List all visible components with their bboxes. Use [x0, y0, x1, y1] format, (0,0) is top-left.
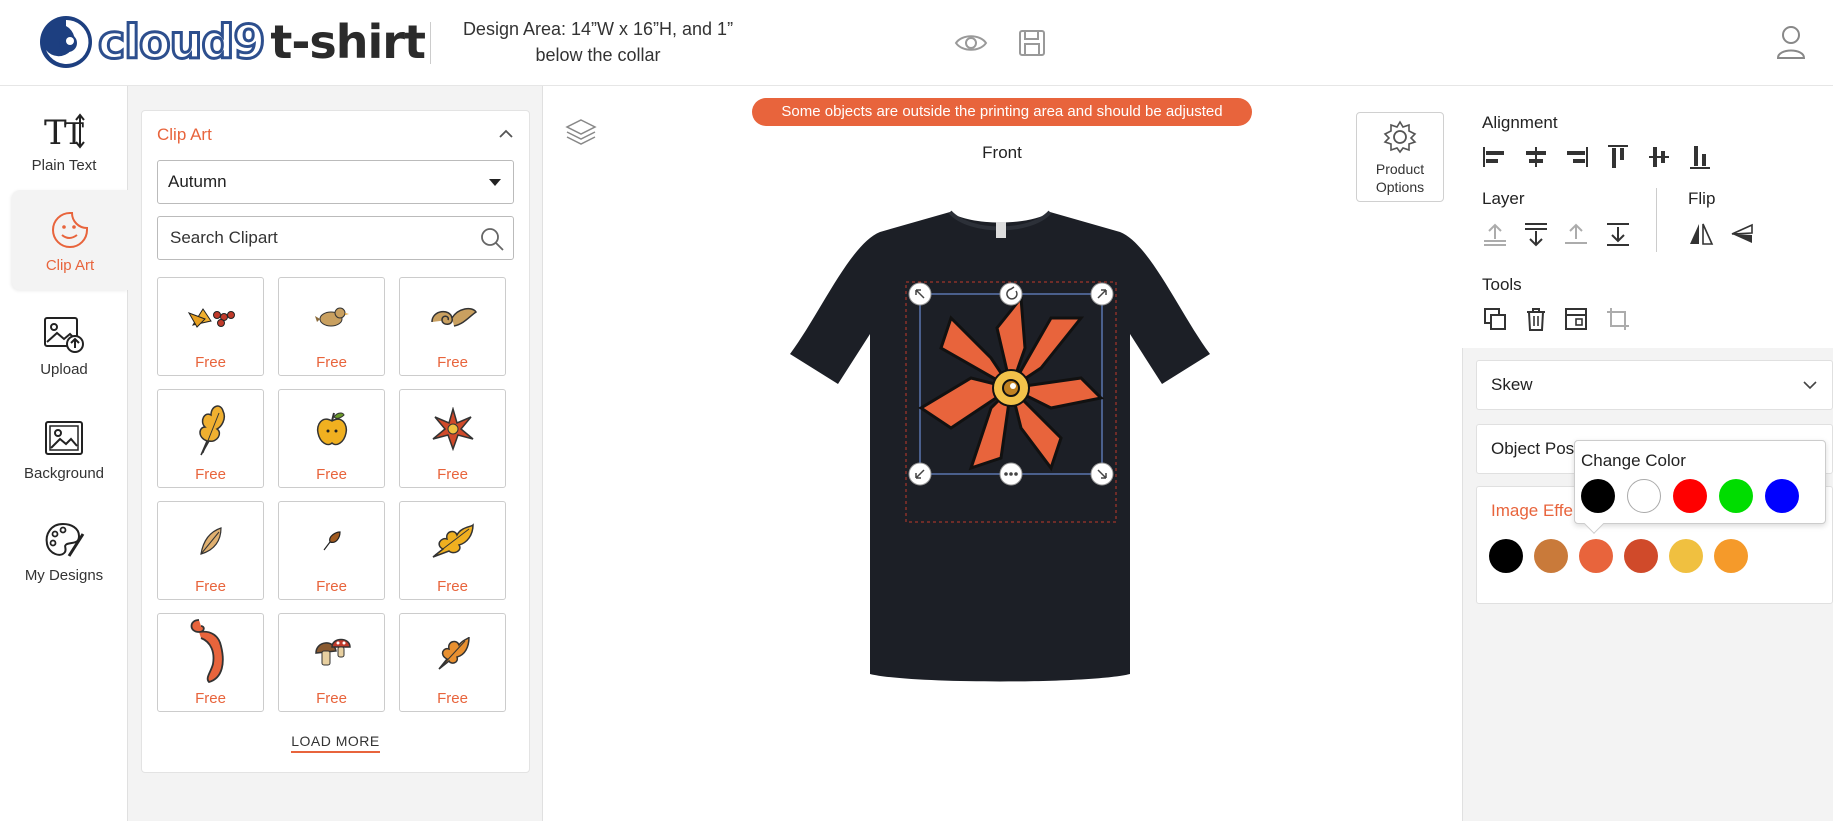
- berries-clipart-icon: [158, 286, 263, 348]
- bird-clipart-icon: [279, 286, 384, 348]
- curl-clipart-icon: [158, 616, 263, 686]
- align-center-icon[interactable]: [1521, 142, 1551, 172]
- clipart-tile[interactable]: Free: [278, 501, 385, 600]
- effect-color-yellow[interactable]: [1669, 539, 1703, 573]
- eye-icon[interactable]: [953, 26, 989, 60]
- tshirt-mockup: [790, 210, 1210, 682]
- product-options-label: Product Options: [1375, 161, 1425, 195]
- logo[interactable]: cloud9 t-shirt: [38, 14, 426, 71]
- app-header: cloud9 t-shirt Design Area: 14”W x 16”H, …: [0, 0, 1833, 86]
- category-select[interactable]: Autumn: [157, 160, 514, 204]
- duplicate-icon[interactable]: [1480, 304, 1510, 334]
- align-left-icon[interactable]: [1480, 142, 1510, 172]
- image-icon: [44, 415, 84, 461]
- layer-title: Layer: [1482, 189, 1525, 208]
- clip-art-title: Clip Art: [157, 125, 212, 144]
- apple-clipart-icon: [279, 398, 384, 460]
- upload-icon: [43, 311, 85, 357]
- save-icon[interactable]: [1014, 26, 1050, 60]
- effect-color-black[interactable]: [1489, 539, 1523, 573]
- flip-title: Flip: [1688, 189, 1716, 208]
- small-leaf-clipart-icon: [158, 510, 263, 572]
- trash-icon[interactable]: [1521, 304, 1551, 334]
- alignment-title: Alignment: [1482, 113, 1558, 132]
- search-icon[interactable]: [479, 226, 505, 252]
- effect-color-red[interactable]: [1624, 539, 1658, 573]
- clipart-search-input[interactable]: [158, 217, 458, 259]
- left-nav: TT Plain Text Clip Art Upload Background…: [0, 86, 128, 821]
- chevron-down-icon: [1803, 381, 1817, 390]
- clipart-tile[interactable]: Free: [399, 277, 506, 376]
- nav-clip-art[interactable]: Clip Art: [12, 190, 128, 290]
- tools-title: Tools: [1482, 275, 1522, 294]
- gear-icon: [1383, 120, 1417, 154]
- user-icon[interactable]: [1775, 24, 1807, 60]
- bring-to-front-icon: [1480, 219, 1510, 249]
- clipart-tile[interactable]: Free: [399, 389, 506, 488]
- color-blue[interactable]: [1765, 479, 1799, 513]
- nav-background[interactable]: Background: [0, 398, 128, 498]
- align-middle-icon[interactable]: [1644, 142, 1674, 172]
- chevron-up-icon[interactable]: [497, 125, 515, 143]
- clipart-tile[interactable]: Free: [278, 613, 385, 712]
- print-area-warning: Some objects are outside the printing ar…: [752, 98, 1252, 126]
- oak-leaf-clipart-icon: [158, 398, 263, 460]
- category-select-value: Autumn: [168, 172, 227, 191]
- orange-leaf-clipart-icon: [400, 622, 505, 684]
- crop-icon: [1603, 304, 1633, 334]
- align-right-icon[interactable]: [1561, 142, 1591, 172]
- clipart-tile[interactable]: Free: [157, 613, 264, 712]
- side-label: Front: [982, 143, 1022, 162]
- clip-art-panel: Clip Art Autumn Free Free Free Free Free: [141, 110, 530, 773]
- bring-forward-icon: [1561, 219, 1591, 249]
- color-white[interactable]: [1627, 479, 1661, 513]
- logo-text: cloud9 t-shirt: [96, 14, 425, 71]
- product-options-button[interactable]: Product Options: [1356, 112, 1444, 202]
- clipart-tile[interactable]: Free: [278, 277, 385, 376]
- nav-plain-text[interactable]: TT Plain Text: [0, 90, 128, 190]
- design-area-info: Design Area: 14”W x 16”H, and 1” below t…: [462, 19, 734, 65]
- clipart-tile[interactable]: Free: [399, 613, 506, 712]
- align-bottom-icon[interactable]: [1685, 142, 1715, 172]
- skew-accordion[interactable]: Skew: [1476, 360, 1833, 410]
- clipart-tile[interactable]: Free: [157, 277, 264, 376]
- send-to-back-icon[interactable]: [1603, 219, 1633, 249]
- palette-icon: [43, 517, 85, 563]
- effect-color-amber[interactable]: [1714, 539, 1748, 573]
- flip-vertical-icon[interactable]: [1727, 219, 1757, 249]
- effect-color-orange[interactable]: [1579, 539, 1613, 573]
- send-backward-icon[interactable]: [1521, 219, 1551, 249]
- flip-horizontal-icon[interactable]: [1686, 219, 1716, 249]
- effect-color-brown[interactable]: [1534, 539, 1568, 573]
- color-green[interactable]: [1719, 479, 1753, 513]
- load-more-button[interactable]: LOAD MORE: [142, 733, 529, 753]
- clipart-tile[interactable]: Free: [157, 501, 264, 600]
- clipart-tile[interactable]: Free: [278, 389, 385, 488]
- clipart-tile[interactable]: Free: [157, 389, 264, 488]
- star-flower-clipart-icon: [400, 398, 505, 460]
- layer-flip-divider: [1656, 188, 1657, 252]
- logo-swirl-icon: [40, 16, 92, 68]
- change-color-popup: Change Color: [1574, 440, 1826, 534]
- image-effects-title: Image Effe: [1491, 501, 1573, 520]
- center-object-icon[interactable]: [1561, 304, 1591, 334]
- color-red[interactable]: [1673, 479, 1707, 513]
- clipart-tile[interactable]: Free: [399, 501, 506, 600]
- align-top-icon[interactable]: [1603, 142, 1633, 172]
- text-icon: TT: [42, 107, 86, 153]
- clipart-icon: [50, 207, 90, 253]
- layers-icon[interactable]: [565, 116, 597, 148]
- nav-upload[interactable]: Upload: [0, 294, 128, 394]
- header-divider: [430, 22, 431, 64]
- mushroom-clipart-icon: [279, 622, 384, 684]
- clipart-search: [157, 216, 514, 260]
- color-black[interactable]: [1581, 479, 1615, 513]
- caret-down-icon: [489, 179, 501, 186]
- swirl-clipart-icon: [400, 286, 505, 348]
- tiny-leaf-clipart-icon: [279, 510, 384, 572]
- nav-my-designs[interactable]: My Designs: [0, 500, 128, 600]
- change-color-title: Change Color: [1581, 451, 1686, 470]
- yellow-leaf-clipart-icon: [400, 510, 505, 572]
